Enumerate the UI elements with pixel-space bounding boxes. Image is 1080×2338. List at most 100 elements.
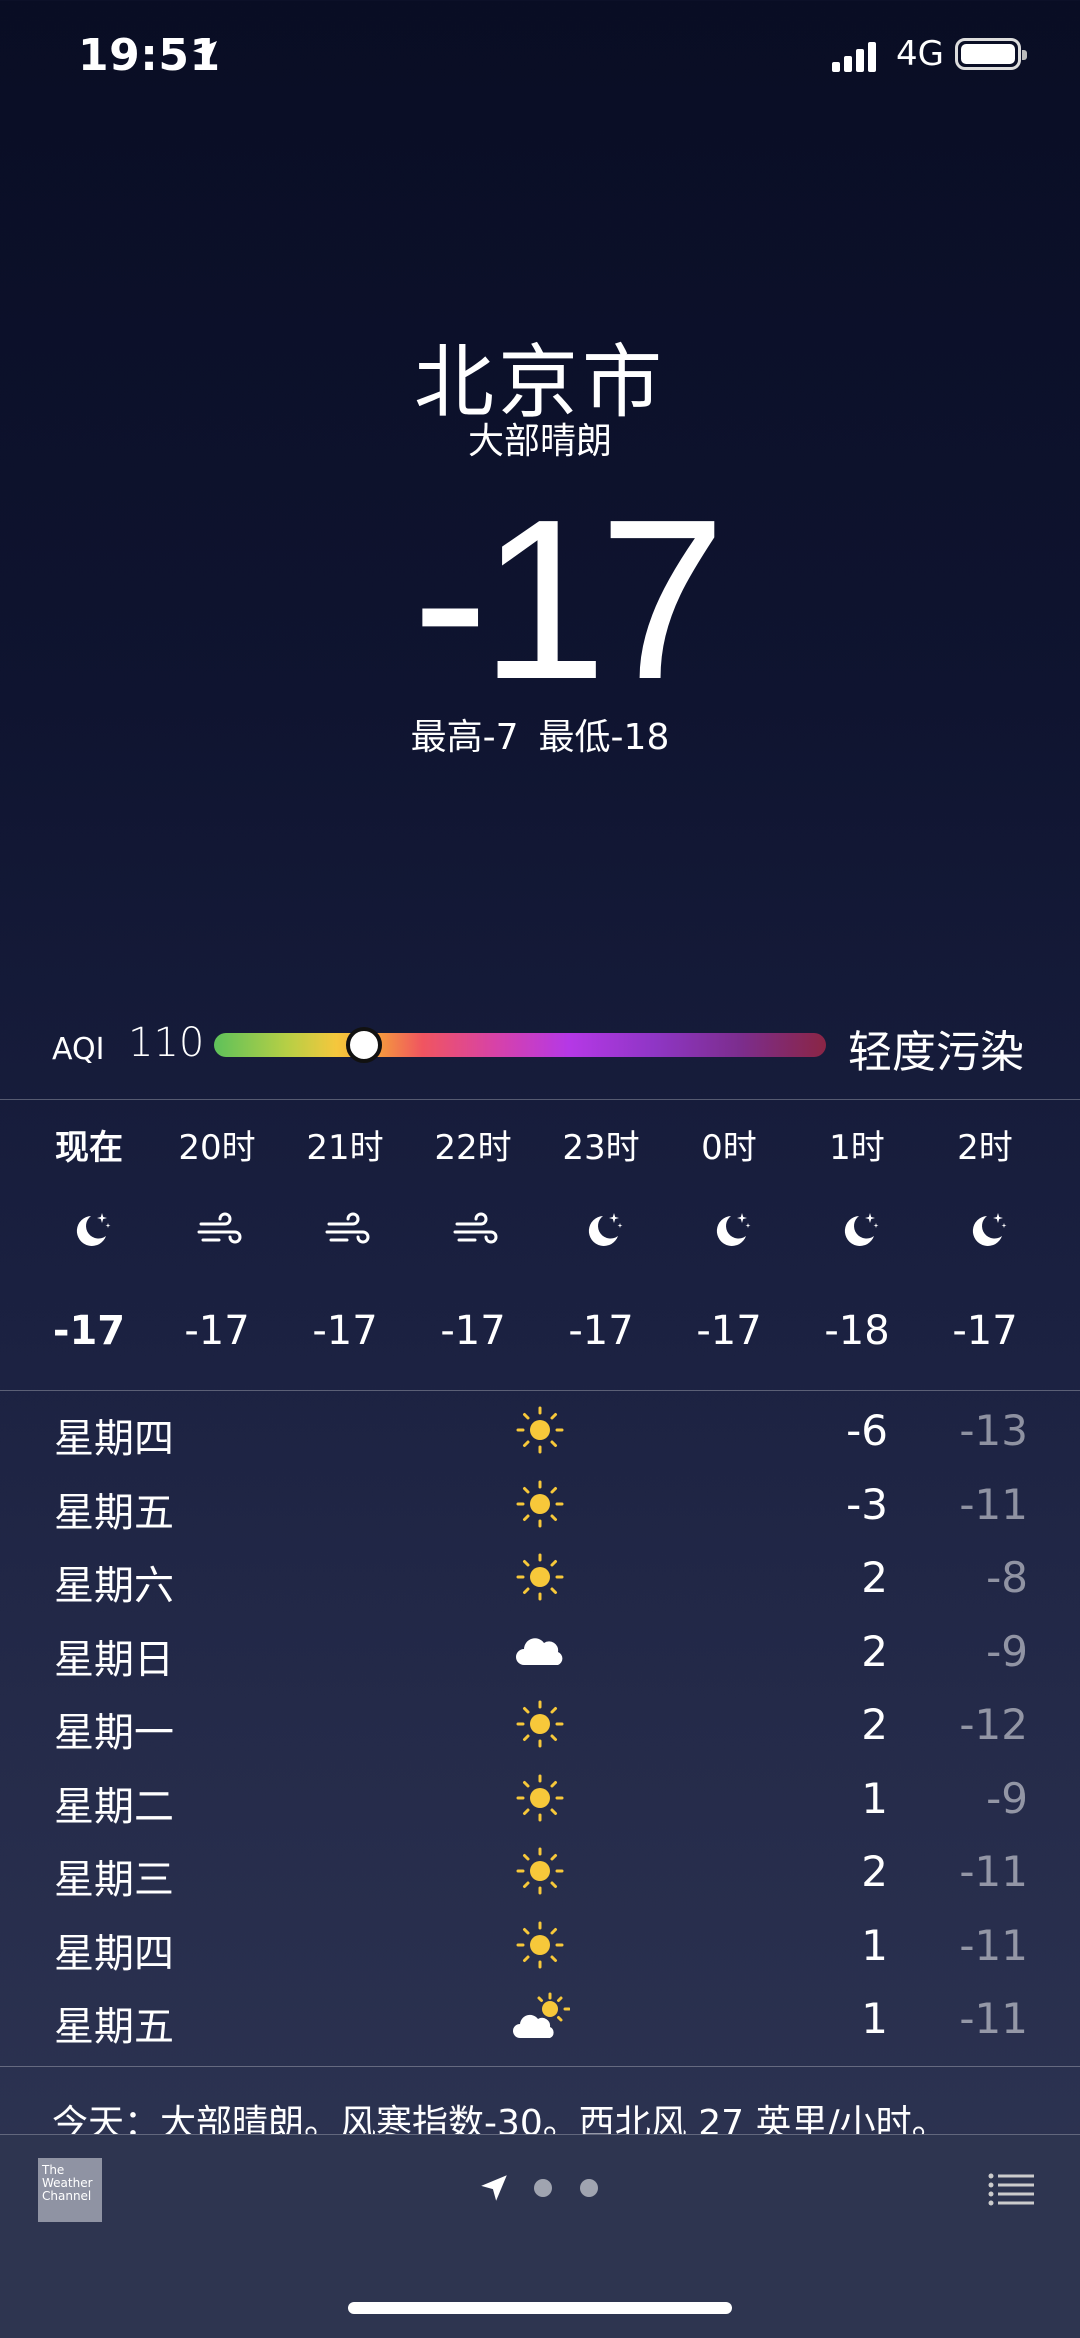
day-high: 2 <box>861 1700 888 1749</box>
hourly-item: 22时 -17 <box>409 1100 537 1390</box>
high-temperature: 最高-7 <box>410 717 519 758</box>
hour-label: 23时 <box>562 1128 640 1168</box>
daily-forecast-row: 星期三 2 -11 <box>0 1839 1080 1913</box>
aqi-description: 轻度污染 <box>848 1027 1024 1078</box>
wind-icon <box>453 1210 498 1252</box>
hour-temperature: -17 <box>952 1308 1018 1354</box>
sun-icon <box>510 1404 570 1456</box>
today-summary: 今天：大部晴朗。风寒指数-30。西北风 27 英里/小时。 <box>52 2103 948 2134</box>
daily-forecast-row: 星期六 2 -8 <box>0 1545 1080 1619</box>
low-temperature: 最低-18 <box>538 717 670 758</box>
sun-icon <box>510 1478 570 1530</box>
city-list-icon[interactable] <box>988 2172 1034 2206</box>
day-name: 星期四 <box>54 1930 174 1977</box>
home-indicator[interactable] <box>348 2302 732 2314</box>
moon-stars-icon <box>837 1210 879 1252</box>
moon-stars-icon <box>581 1210 623 1252</box>
hour-temperature: -17 <box>184 1308 250 1354</box>
location-services-icon <box>193 41 217 65</box>
moon-stars-icon <box>709 1210 751 1252</box>
hour-label: 21时 <box>306 1128 384 1168</box>
hour-temperature: -17 <box>1049 1308 1080 1354</box>
hour-label: 22时 <box>434 1128 512 1168</box>
day-low: -8 <box>986 1553 1028 1602</box>
network-type: 4G <box>896 34 944 74</box>
day-high: 2 <box>861 1626 888 1676</box>
day-low: -13 <box>959 1406 1028 1455</box>
hour-label: 现在 <box>55 1128 123 1168</box>
battery-icon <box>955 38 1027 70</box>
page-dot[interactable] <box>534 2179 552 2197</box>
divider <box>0 2066 1080 2067</box>
daily-forecast-row: 星期四 -6 -13 <box>0 1398 1080 1472</box>
hour-temperature: -17 <box>568 1308 634 1354</box>
partly-cloudy-icon <box>510 1992 571 2044</box>
high-low-temperature: 最高-7 最低-18 <box>0 708 1080 760</box>
day-low: -9 <box>986 1773 1028 1823</box>
wind-icon <box>325 1210 370 1252</box>
moon-stars-icon <box>69 1210 111 1252</box>
daily-forecast-row: 星期一 2 -12 <box>0 1692 1080 1766</box>
weather-channel-logo[interactable]: The Weather Channel <box>38 2158 102 2222</box>
day-high: 1 <box>861 1994 888 2043</box>
hourly-item: 2时 -17 <box>921 1100 1049 1390</box>
daily-forecast-row: 星期四 1 -11 <box>0 1913 1080 1987</box>
aqi-label: AQI <box>52 1032 105 1067</box>
hour-label: 20时 <box>178 1128 256 1168</box>
day-name: 星期三 <box>54 1857 174 1903</box>
cellular-signal-icon <box>832 42 876 72</box>
hour-label: 3时 <box>1049 1120 1080 1169</box>
hour-label: 1时 <box>829 1128 885 1168</box>
hour-temperature: -17 <box>52 1308 126 1354</box>
aqi-value: 110 <box>128 1020 205 1066</box>
day-name: 星期六 <box>54 1563 174 1609</box>
day-low: -11 <box>959 1994 1028 2043</box>
wind-icon <box>197 1210 242 1252</box>
day-high: 1 <box>861 1920 888 1970</box>
hourly-item: 3时 -17 <box>1049 1100 1080 1390</box>
moon-stars-icon <box>965 1210 1007 1252</box>
day-low: -11 <box>959 1847 1028 1896</box>
day-high: 2 <box>861 1553 888 1602</box>
hourly-item: 23时 -17 <box>537 1100 665 1390</box>
day-name: 星期一 <box>54 1710 174 1756</box>
hour-temperature: -17 <box>440 1308 506 1354</box>
daily-forecast-row: 星期五 1 -11 <box>0 1986 1080 2060</box>
hourly-item: 21时 -17 <box>281 1100 409 1390</box>
day-name: 星期四 <box>54 1416 174 1462</box>
hourly-item: 1时 -18 <box>793 1100 921 1390</box>
day-low: -9 <box>986 1626 1028 1676</box>
hour-temperature: -17 <box>696 1308 762 1354</box>
hour-label: 2时 <box>957 1128 1013 1168</box>
day-high: -6 <box>846 1406 888 1455</box>
day-name: 星期五 <box>54 1489 174 1536</box>
hourly-item: 20时 -17 <box>153 1100 281 1390</box>
cloud-icon <box>510 1625 570 1677</box>
current-temperature: -17 <box>412 473 726 727</box>
daily-forecast-row: 星期日 2 -9 <box>0 1619 1080 1693</box>
hour-label: 0时 <box>701 1128 757 1168</box>
hourly-item: 0时 -17 <box>665 1100 793 1390</box>
daily-forecast-row: 星期五 -3 -11 <box>0 1472 1080 1546</box>
day-low: -11 <box>959 1920 1028 1970</box>
weather-condition: 大部晴朗 <box>467 421 612 462</box>
hourly-forecast[interactable]: 现在 -17 20时 -17 21时 -17 22时 -17 23时 -17 0时 -17 1时 -18 2… <box>0 1100 1080 1390</box>
page-dot[interactable] <box>580 2179 598 2197</box>
aqi-indicator <box>345 1027 382 1063</box>
aqi-scale-bar <box>214 1033 826 1057</box>
day-high: 1 <box>861 1773 888 1823</box>
sun-icon <box>510 1698 570 1750</box>
day-high: -3 <box>846 1479 888 1529</box>
day-name: 星期日 <box>54 1636 174 1683</box>
current-location-page-icon[interactable] <box>478 2172 510 2204</box>
sun-icon <box>510 1919 570 1971</box>
day-low: -11 <box>959 1479 1028 1529</box>
divider <box>0 1390 1080 1391</box>
daily-forecast-row: 星期二 1 -9 <box>0 1766 1080 1840</box>
day-low: -12 <box>959 1700 1028 1749</box>
hour-temperature: -17 <box>312 1308 378 1354</box>
sun-icon <box>510 1772 570 1824</box>
day-name: 星期五 <box>54 2004 174 2050</box>
day-high: 2 <box>861 1847 888 1896</box>
sun-icon <box>510 1551 570 1603</box>
